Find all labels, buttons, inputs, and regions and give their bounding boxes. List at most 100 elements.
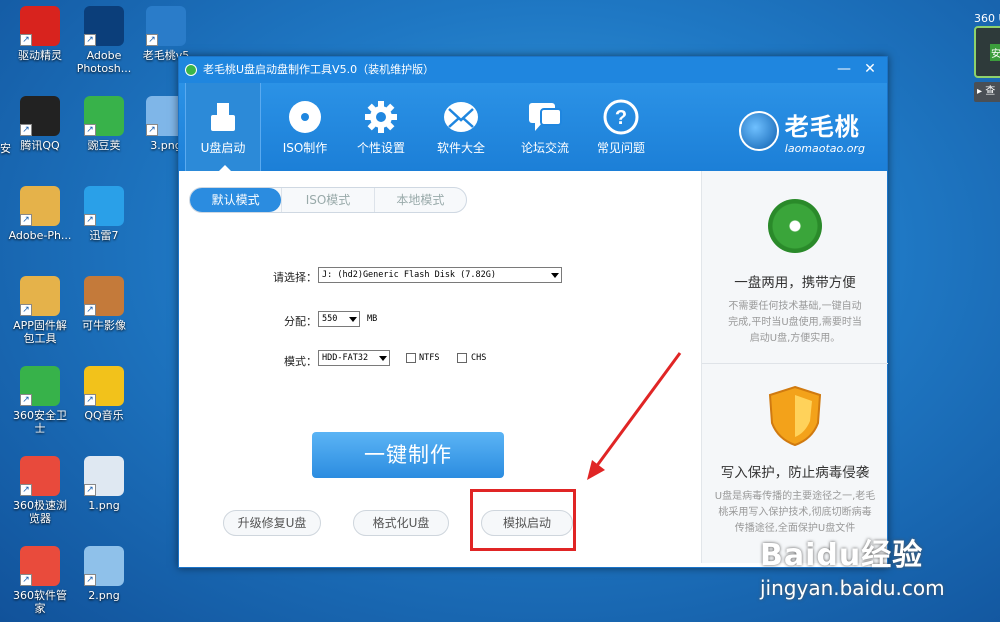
app-icon: ↗ <box>20 546 60 586</box>
desktop-icon[interactable]: ↗ 可牛影像 <box>72 276 136 332</box>
app-icon: ↗ <box>84 96 124 136</box>
desktop-icon[interactable]: ↗ Adobe Photosh... <box>72 6 136 75</box>
desktop-icon[interactable]: ↗ 2.png <box>72 546 136 602</box>
upgrade-repair-button[interactable]: 升级修复U盘 <box>223 510 321 536</box>
app-icon: ↗ <box>20 96 60 136</box>
app-icon: ↗ <box>20 276 60 316</box>
filesystem-select-value: HDD-FAT32 <box>322 353 369 363</box>
toolbar: U盘启动 ISO制作 个性设置 软件大全 论坛交流 ? 常见问题 老毛桃 lao… <box>179 83 887 171</box>
desktop-icon[interactable]: ↗ APP固件解包工具 <box>8 276 72 345</box>
title-bar[interactable]: 老毛桃U盘启动盘制作工具V5.0（装机维护版） — ✕ <box>179 57 887 83</box>
close-button[interactable]: ✕ <box>857 57 883 83</box>
desktop-icon[interactable]: ↗ 360软件管家 <box>8 546 72 615</box>
desktop-icon[interactable]: ↗ 360安全卫士 <box>8 366 72 435</box>
app-icon: ↗ <box>84 366 124 406</box>
svg-text:?: ? <box>615 107 627 129</box>
select-label: 请选择： <box>273 271 317 284</box>
tab-forum[interactable]: 论坛交流 <box>507 83 583 171</box>
desktop-icon-label: Adobe-Ph... <box>8 229 72 242</box>
desktop-icon-label: 2.png <box>88 589 120 602</box>
desktop-icon[interactable]: ↗ QQ音乐 <box>72 366 136 422</box>
mode-local[interactable]: 本地模式 <box>373 188 466 212</box>
shortcut-arrow-icon: ↗ <box>146 124 158 136</box>
tab-iso[interactable]: ISO制作 <box>267 83 343 171</box>
app-icon: ↗ <box>84 6 124 46</box>
highlight-box <box>470 489 576 551</box>
feature-title: 一盘两用，携带方便 <box>734 275 856 291</box>
cd-icon <box>768 199 822 253</box>
desktop-icon[interactable]: ↗ 豌豆荚 <box>72 96 136 152</box>
alloc-select-value: 550 <box>322 314 338 324</box>
format-usb-button[interactable]: 格式化U盘 <box>353 510 449 536</box>
desktop-icon-label: 驱动精灵 <box>18 49 62 62</box>
tab-label: U盘启动 <box>200 141 246 155</box>
tab-label: ISO制作 <box>282 141 328 155</box>
app-icon: ↗ <box>84 456 124 496</box>
usb-icon <box>205 99 241 135</box>
chs-checkbox[interactable] <box>457 353 467 363</box>
widget-shield-icon: 安 <box>990 44 1000 61</box>
desktop-icon-label: 360安全卫士 <box>13 409 67 435</box>
chevron-down-icon <box>551 273 559 282</box>
shortcut-arrow-icon: ↗ <box>20 394 32 406</box>
desktop-icon[interactable]: ↗ 360极速浏览器 <box>8 456 72 525</box>
desktop-icon-label: APP固件解包工具 <box>13 319 67 345</box>
desktop-icon[interactable]: ↗ 迅雷7 <box>72 186 136 242</box>
desktop-icon-label: 1.png <box>88 499 120 512</box>
mode-switch: 默认模式 ISO模式 本地模式 <box>189 187 467 213</box>
grid-icon <box>443 99 479 135</box>
desktop-icon-label: 可牛影像 <box>82 319 126 332</box>
desktop-icon-label: QQ音乐 <box>84 409 124 422</box>
app-icon: ↗ <box>20 6 60 46</box>
alloc-label: 分配： <box>284 315 317 328</box>
chevron-down-icon <box>379 356 387 365</box>
shortcut-arrow-icon: ↗ <box>84 124 96 136</box>
mode-label: 模式： <box>284 355 317 368</box>
tab-label: 个性设置 <box>356 141 405 155</box>
divider <box>702 363 888 364</box>
main-panel: 默认模式 ISO模式 本地模式 请选择： J: (hd2)Generic Fla… <box>187 171 699 563</box>
filesystem-select[interactable]: HDD-FAT32 <box>318 350 390 366</box>
disc-icon <box>287 99 323 135</box>
shortcut-arrow-icon: ↗ <box>20 304 32 316</box>
alloc-select[interactable]: 550 <box>318 311 360 327</box>
tab-label: 软件大全 <box>436 141 485 155</box>
watermark-brand: Baidu经验 <box>760 538 924 573</box>
desktop-icon-label: 360极速浏览器 <box>13 499 67 525</box>
feature-sidebar: 一盘两用，携带方便 不需要任何技术基础,一键自动完成,平时当U盘使用,需要时当启… <box>701 171 888 563</box>
desktop-icon[interactable]: ↗ 1.png <box>72 456 136 512</box>
ntfs-checkbox[interactable] <box>406 353 416 363</box>
tab-usb-boot[interactable]: U盘启动 <box>185 83 261 171</box>
disk-select[interactable]: J: (hd2)Generic Flash Disk (7.82G) <box>318 267 562 283</box>
shortcut-arrow-icon: ↗ <box>20 214 32 226</box>
tab-personalize[interactable]: 个性设置 <box>343 83 419 171</box>
desktop-icon-label: 360软件管家 <box>13 589 67 615</box>
shortcut-arrow-icon: ↗ <box>84 304 96 316</box>
feature-title: 写入保护，防止病毒侵袭 <box>720 465 870 481</box>
mode-iso[interactable]: ISO模式 <box>281 188 373 212</box>
shortcut-arrow-icon: ↗ <box>146 34 158 46</box>
shortcut-arrow-icon: ↗ <box>84 214 96 226</box>
desktop-icon[interactable]: ↗ Adobe-Ph... <box>8 186 72 242</box>
shortcut-arrow-icon: ↗ <box>20 574 32 586</box>
app-icon: ↗ <box>84 546 124 586</box>
mode-default[interactable]: 默认模式 <box>190 188 282 212</box>
shield-icon <box>768 385 822 447</box>
shortcut-arrow-icon: ↗ <box>84 394 96 406</box>
widget-check-button[interactable]: ▸ 查 <box>974 82 1000 102</box>
desktop-icon[interactable]: ↗ 驱动精灵 <box>8 6 72 62</box>
widget-title: 360 U <box>974 12 1000 25</box>
app-icon: ↗ <box>84 186 124 226</box>
feature-protect: 写入保护，防止病毒侵袭 U盘是病毒传播的主要途径之一,老毛桃采用写入保护技术,彻… <box>702 385 888 537</box>
tab-faq[interactable]: ? 常见问题 <box>583 83 659 171</box>
desktop-icon-label: Adobe Photosh... <box>76 49 132 75</box>
desktop-icon[interactable]: ↗ 老毛桃v5 <box>134 6 198 62</box>
one-click-make-button[interactable]: 一键制作 <box>312 432 504 478</box>
360-widget[interactable]: 360 U 安 ▸ 查 <box>972 0 1000 110</box>
tab-software[interactable]: 软件大全 <box>423 83 499 171</box>
watermark-url: jingyan.baidu.com <box>760 576 945 600</box>
widget-box[interactable]: 安 <box>974 26 1000 78</box>
desktop-icon[interactable]: ↗ 腾讯QQ <box>8 96 72 152</box>
minimize-button[interactable]: — <box>831 57 857 83</box>
baidu-watermark: Baidu经验 jingyan.baidu.com <box>760 530 945 600</box>
